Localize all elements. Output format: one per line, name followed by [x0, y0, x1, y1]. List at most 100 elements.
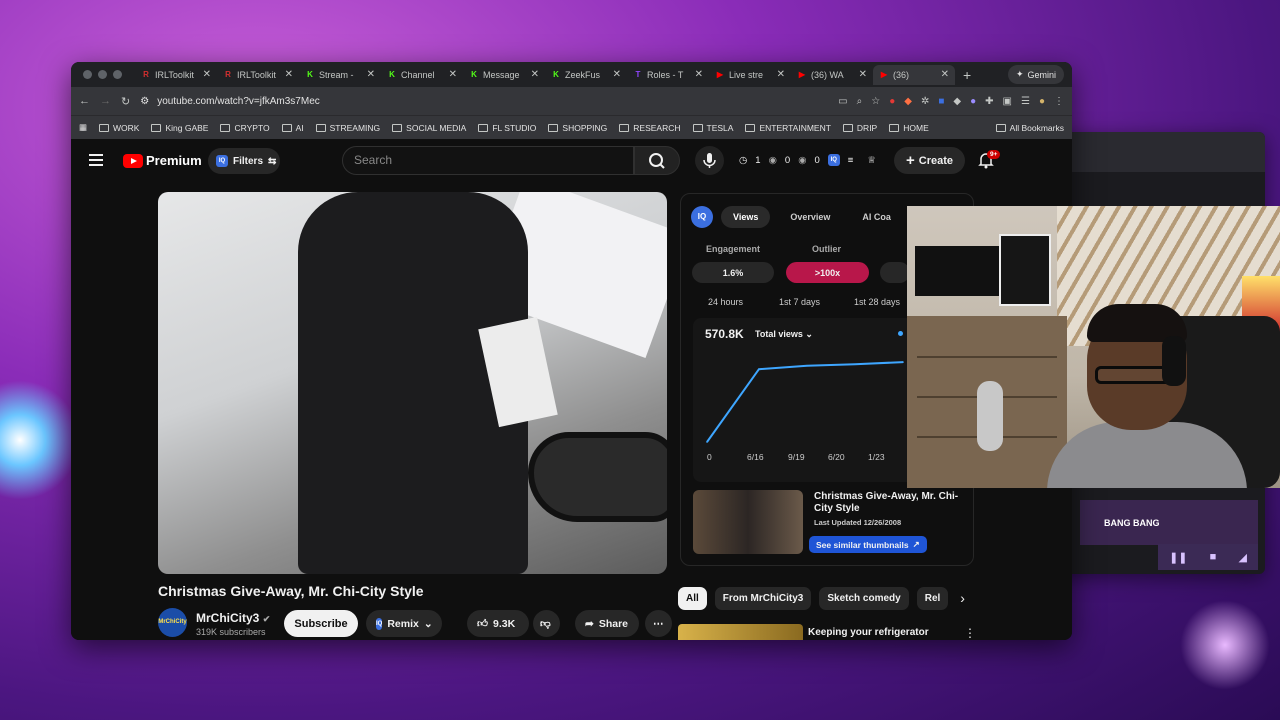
tab-ai-coach[interactable]: AI Coa	[850, 206, 903, 228]
close-tab-icon[interactable]: ✕	[695, 69, 703, 80]
new-tab-button[interactable]: +	[955, 67, 979, 83]
bookmark-folder[interactable]: ENTERTAINMENT	[745, 123, 831, 133]
browser-tab[interactable]: K Message ✕	[463, 65, 545, 85]
close-tab-icon[interactable]: ✕	[941, 69, 949, 80]
dislike-button[interactable]: 👎︎	[533, 610, 560, 637]
menu-icon[interactable]	[89, 154, 103, 169]
chip-sketch-comedy[interactable]: Sketch comedy	[819, 587, 909, 610]
browser-tab[interactable]: K Stream - ✕	[299, 65, 381, 85]
extension-icon[interactable]: ●	[889, 96, 895, 107]
tab-views[interactable]: Views	[721, 206, 771, 228]
create-button[interactable]: + Create	[894, 147, 965, 174]
close-tab-icon[interactable]: ✕	[285, 69, 293, 80]
bookmark-folder[interactable]: STREAMING	[315, 123, 380, 133]
related-title[interactable]: Christmas Give-Away, Mr. Chi-City Style	[814, 491, 969, 515]
close-tab-icon[interactable]: ✕	[777, 69, 785, 80]
extensions-puzzle-icon[interactable]: ✚	[985, 96, 993, 107]
list-icon[interactable]: ≡	[848, 155, 854, 166]
chip-from-channel[interactable]: From MrChiCity3	[714, 587, 812, 610]
like-button[interactable]: 👍︎ 9.3K	[467, 610, 529, 637]
site-settings-icon[interactable]: ⚙	[140, 96, 149, 107]
range-24h[interactable]: 24 hours	[708, 297, 743, 307]
bookmark-folder[interactable]: King GABE	[151, 123, 208, 133]
subscribe-button[interactable]: Subscribe	[284, 610, 358, 637]
bookmark-folder[interactable]: RESEARCH	[619, 123, 681, 133]
bookmark-folder[interactable]: DRIP	[842, 123, 877, 133]
channel-avatar[interactable]: MrChiCity	[158, 608, 187, 637]
minimize-window-button[interactable]	[98, 70, 107, 79]
trophy-icon[interactable]: ♕	[867, 155, 876, 166]
bookmark-folder[interactable]: FL STUDIO	[478, 123, 536, 133]
extension-icon[interactable]: ◆	[953, 96, 961, 107]
vidiq-icon[interactable]: IQ	[827, 154, 840, 166]
youtube-logo[interactable]: Premium	[123, 153, 202, 168]
apps-grid-icon[interactable]: ▦	[79, 122, 87, 133]
gemini-button[interactable]: ✦ Gemini	[1007, 65, 1064, 84]
close-tab-icon[interactable]: ✕	[449, 69, 457, 80]
close-window-button[interactable]	[83, 70, 92, 79]
tab-overview[interactable]: Overview	[778, 206, 842, 228]
browser-tab[interactable]: ▶ (36) ✕	[873, 64, 955, 85]
browser-tab[interactable]: T Roles - T ✕	[627, 65, 709, 85]
browser-tab[interactable]: ▶ Live stre ✕	[709, 65, 791, 85]
browser-tab[interactable]: R IRLToolkit ✕	[135, 65, 217, 85]
browser-tab[interactable]: K ZeekFus ✕	[545, 65, 627, 85]
bookmark-star-icon[interactable]: ☆	[871, 96, 880, 107]
chip-related[interactable]: Rel	[916, 587, 949, 610]
close-tab-icon[interactable]: ✕	[531, 69, 539, 80]
extension-icon[interactable]: ●	[970, 96, 976, 107]
extension-icon[interactable]: ■	[938, 96, 944, 107]
chevron-down-icon: ⌄	[423, 617, 433, 630]
see-similar-thumbnails-button[interactable]: See similar thumbnails ↗	[809, 536, 927, 553]
close-tab-icon[interactable]: ✕	[203, 69, 211, 80]
next-video-thumbnail[interactable]	[678, 624, 803, 640]
chip-all[interactable]: All	[678, 587, 707, 610]
browser-tab[interactable]: K Channel ✕	[381, 65, 463, 85]
filters-button[interactable]: IQ Filters ⇆	[208, 148, 280, 174]
bookmark-folder[interactable]: CRYPTO	[220, 123, 270, 133]
share-button[interactable]: ➦ Share	[575, 610, 639, 637]
kebab-menu-icon[interactable]: ⋮	[1054, 96, 1064, 107]
chevron-right-icon[interactable]: ›	[960, 587, 965, 610]
reload-icon[interactable]: ↻	[121, 95, 130, 108]
next-video-title[interactable]: Keeping your refrigerator	[808, 627, 929, 638]
browser-tab[interactable]: R IRLToolkit ✕	[217, 65, 299, 85]
close-tab-icon[interactable]: ✕	[367, 69, 375, 80]
pause-icon[interactable]: ❚❚	[1169, 551, 1187, 564]
forward-icon[interactable]: →	[100, 95, 111, 107]
search-button[interactable]	[634, 146, 680, 175]
browser-tab[interactable]: ▶ (36) WA ✕	[791, 65, 873, 85]
bookmark-folder[interactable]: AI	[281, 123, 304, 133]
related-thumbnail[interactable]	[693, 490, 803, 554]
bookmark-folder[interactable]: HOME	[889, 123, 929, 133]
search-input[interactable]: Search	[342, 146, 634, 175]
tab-search-icon[interactable]: ▣	[1003, 96, 1012, 107]
range-28d[interactable]: 1st 28 days	[854, 297, 900, 307]
extension-icon[interactable]: ✲	[921, 96, 929, 107]
bookmark-folder[interactable]: SHOPPING	[548, 123, 607, 133]
extension-icon[interactable]: ◆	[904, 96, 912, 107]
zoom-icon[interactable]: ⌕	[857, 96, 863, 107]
remix-button[interactable]: IQ Remix ⌄	[366, 610, 442, 637]
stop-icon[interactable]: ■	[1210, 551, 1217, 563]
range-7d[interactable]: 1st 7 days	[779, 297, 820, 307]
close-tab-icon[interactable]: ✕	[613, 69, 621, 80]
back-icon[interactable]: ←	[79, 95, 90, 107]
voice-search-button[interactable]	[695, 146, 724, 175]
scene-label[interactable]: BANG BANG	[1080, 500, 1258, 545]
volume-icon[interactable]: ◢	[1238, 551, 1246, 564]
video-player[interactable]	[158, 192, 667, 574]
reading-list-icon[interactable]: ☰	[1021, 96, 1030, 107]
bookmark-folder[interactable]: TESLA	[692, 123, 733, 133]
bookmark-folder[interactable]: SOCIAL MEDIA	[392, 123, 466, 133]
channel-name[interactable]: MrChiCity3 ✔	[196, 611, 270, 625]
all-bookmarks[interactable]: All Bookmarks	[995, 123, 1064, 133]
address-bar[interactable]: ⚙ youtube.com/watch?v=jfkAm3s7Mec	[140, 96, 828, 107]
close-tab-icon[interactable]: ✕	[859, 69, 867, 80]
cast-icon[interactable]: ▭	[838, 96, 847, 107]
more-actions-button[interactable]: ⋯	[645, 610, 672, 637]
more-vert-icon[interactable]: ⋮	[964, 626, 976, 640]
profile-avatar[interactable]: ●	[1039, 96, 1045, 107]
maximize-window-button[interactable]	[113, 70, 122, 79]
bookmark-folder[interactable]: WORK	[99, 123, 139, 133]
